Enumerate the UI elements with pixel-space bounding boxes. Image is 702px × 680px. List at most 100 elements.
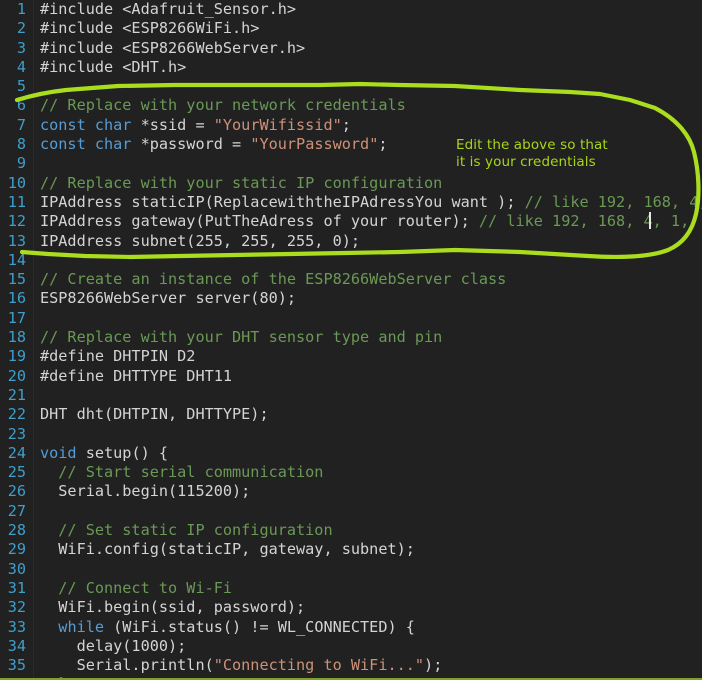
line-number: 36 [0,675,26,678]
code-line[interactable]: 11 IPAddress staticIP(ReplacewiththeIPAdr… [0,193,702,212]
code-token: WiFi.begin(ssid, password); [40,598,306,617]
code-token: // Replace with your network credentials [40,96,406,115]
code-line[interactable]: 32 WiFi.begin(ssid, password); [0,598,702,617]
line-content: #include <ESP8266WebServer.h> [40,39,305,58]
code-line[interactable]: 34 delay(1000); [0,637,702,656]
code-token: ); [424,656,443,675]
code-token: // Replace with your static IP configura… [40,173,443,192]
code-token: IPAddress subnet(255, 255, 255, 0); [40,231,361,250]
line-content: #define DHTPIN D2 [40,347,195,366]
line-number: 11 [7,192,26,211]
line-number: 24 [7,443,26,462]
line-number: 6 [16,96,26,115]
code-line[interactable]: 17 [0,309,702,328]
code-line[interactable]: 36 } [0,675,702,678]
code-line[interactable]: 18 // Replace with your DHT sensor type a… [0,328,702,347]
code-line[interactable]: 13 IPAddress subnet(255, 255, 255, 0); [0,232,702,251]
code-line[interactable]: 30 [0,560,702,579]
line-number: 7 [16,115,26,134]
code-line[interactable]: 4 #include <DHT.h> [0,58,702,77]
code-token: const char [40,115,141,134]
line-content: Serial.begin(115200); [40,482,250,501]
line-number: 16 [7,289,26,308]
code-line[interactable]: 24 void setup() { [0,444,702,463]
code-token: IPAddress staticIP(ReplacewiththeIPAdres… [40,192,525,211]
line-number: 34 [7,636,26,655]
code-line[interactable]: 2 #include <ESP8266WiFi.h> [0,19,702,38]
code-line[interactable]: 26 Serial.begin(115200); [0,482,702,501]
line-content: const char *ssid = "YourWifissid"; [40,116,351,135]
code-token: "YourWifissid" [213,115,342,134]
line-number: 27 [7,501,26,520]
code-token: #include <DHT.h> [40,57,187,76]
line-number: 3 [16,38,26,57]
code-token: delay(1000); [40,636,187,655]
code-line[interactable]: 12 IPAddress gateway(PutTheAdress of your… [0,212,702,231]
line-number: 18 [7,328,26,347]
line-content: delay(1000); [40,636,187,656]
line-content: WiFi.config(staticIP, gateway, subnet); [40,540,415,559]
line-content: #include <Adafruit_Sensor.h> [40,0,296,19]
line-content: // Start serial communication [40,463,323,482]
code-token: IPAddress gateway(PutTheAdress of your r… [40,212,479,231]
line-number: 12 [7,212,26,231]
line-number: 29 [7,540,26,559]
code-token: // Start serial communication [40,463,324,482]
code-line[interactable]: 21 [0,386,702,405]
code-line[interactable]: 14 [0,251,702,270]
line-number: 23 [7,424,26,443]
code-token: ; [341,115,351,134]
code-token: while [58,617,105,636]
code-line[interactable]: 29 WiFi.config(staticIP, gateway, subnet… [0,540,702,559]
code-line[interactable]: 19 #define DHTPIN D2 [0,347,702,366]
code-token: (WiFi.status() != WL_CONNECTED) { [104,617,415,636]
code-line[interactable]: 22 DHT dht(DHTPIN, DHTTYPE); [0,405,702,424]
line-content: #include <ESP8266WiFi.h> [40,19,259,38]
code-line[interactable]: 28 // Set static IP configuration [0,521,702,540]
line-number: 25 [7,463,26,482]
line-number: 14 [7,250,26,269]
code-line[interactable]: 6 // Replace with your network credential… [0,96,702,115]
code-text-area[interactable]: 1 #include <Adafruit_Sensor.h> 2 #include <… [0,0,702,678]
line-number: 31 [7,578,26,597]
code-token: #define DHTPIN D2 [40,347,196,366]
line-number: 8 [16,135,26,154]
line-content: Serial.println("Connecting to WiFi..."); [40,656,443,675]
code-token: #include <Adafruit_Sensor.h> [40,0,297,18]
code-line[interactable]: 1 #include <Adafruit_Sensor.h> [0,0,702,19]
code-line[interactable]: 20 #define DHTTYPE DHT11 [0,367,702,386]
line-content: // Replace with your DHT sensor type and… [40,328,442,347]
annotation-note-text: Edit the above so that it is your creden… [456,137,608,170]
code-line[interactable]: 27 [0,502,702,521]
code-line[interactable]: 5 [0,77,702,96]
code-line[interactable]: 16 ESP8266WebServer server(80); [0,289,702,308]
line-content: IPAddress gateway(PutTheAdress of your r… [40,212,689,231]
code-token: DHT dht(DHTPIN, DHTTYPE); [40,405,269,424]
code-token: void [40,443,77,462]
line-content: // Replace with your network credentials [40,96,406,115]
code-line[interactable]: 3 #include <ESP8266WebServer.h> [0,39,702,58]
code-token: #include <ESP8266WiFi.h> [40,19,260,38]
code-token: // Connect to Wi-Fi [40,578,233,597]
code-line[interactable]: 23 [0,425,702,444]
line-content: IPAddress subnet(255, 255, 255, 0); [40,232,360,251]
code-token: // like 192, 168, 4, 1, [478,212,690,231]
line-content: ESP8266WebServer server(80); [40,289,296,308]
code-line[interactable]: 10 // Replace with your static IP configu… [0,174,702,193]
code-token: ; [378,135,388,154]
code-line[interactable]: 7 const char *ssid = "YourWifissid"; [0,116,702,135]
code-line[interactable]: 15 // Create an instance of the ESP8266We… [0,270,702,289]
line-content: #include <DHT.h> [40,58,186,77]
code-line[interactable]: 35 Serial.println("Connecting to WiFi...… [0,656,702,675]
code-line[interactable]: 25 // Start serial communication [0,463,702,482]
line-content: void setup() { [40,444,168,463]
line-content: DHT dht(DHTPIN, DHTTYPE); [40,405,269,424]
code-token: #define DHTTYPE DHT11 [40,366,233,385]
line-number: 13 [7,231,26,250]
code-line[interactable]: 31 // Connect to Wi-Fi [0,579,702,598]
code-token: WiFi.config(staticIP, gateway, subnet); [40,540,415,559]
code-line[interactable]: 33 while (WiFi.status() != WL_CONNECTED)… [0,618,702,637]
code-token: Serial.println( [40,656,214,675]
line-number: 9 [16,154,26,173]
